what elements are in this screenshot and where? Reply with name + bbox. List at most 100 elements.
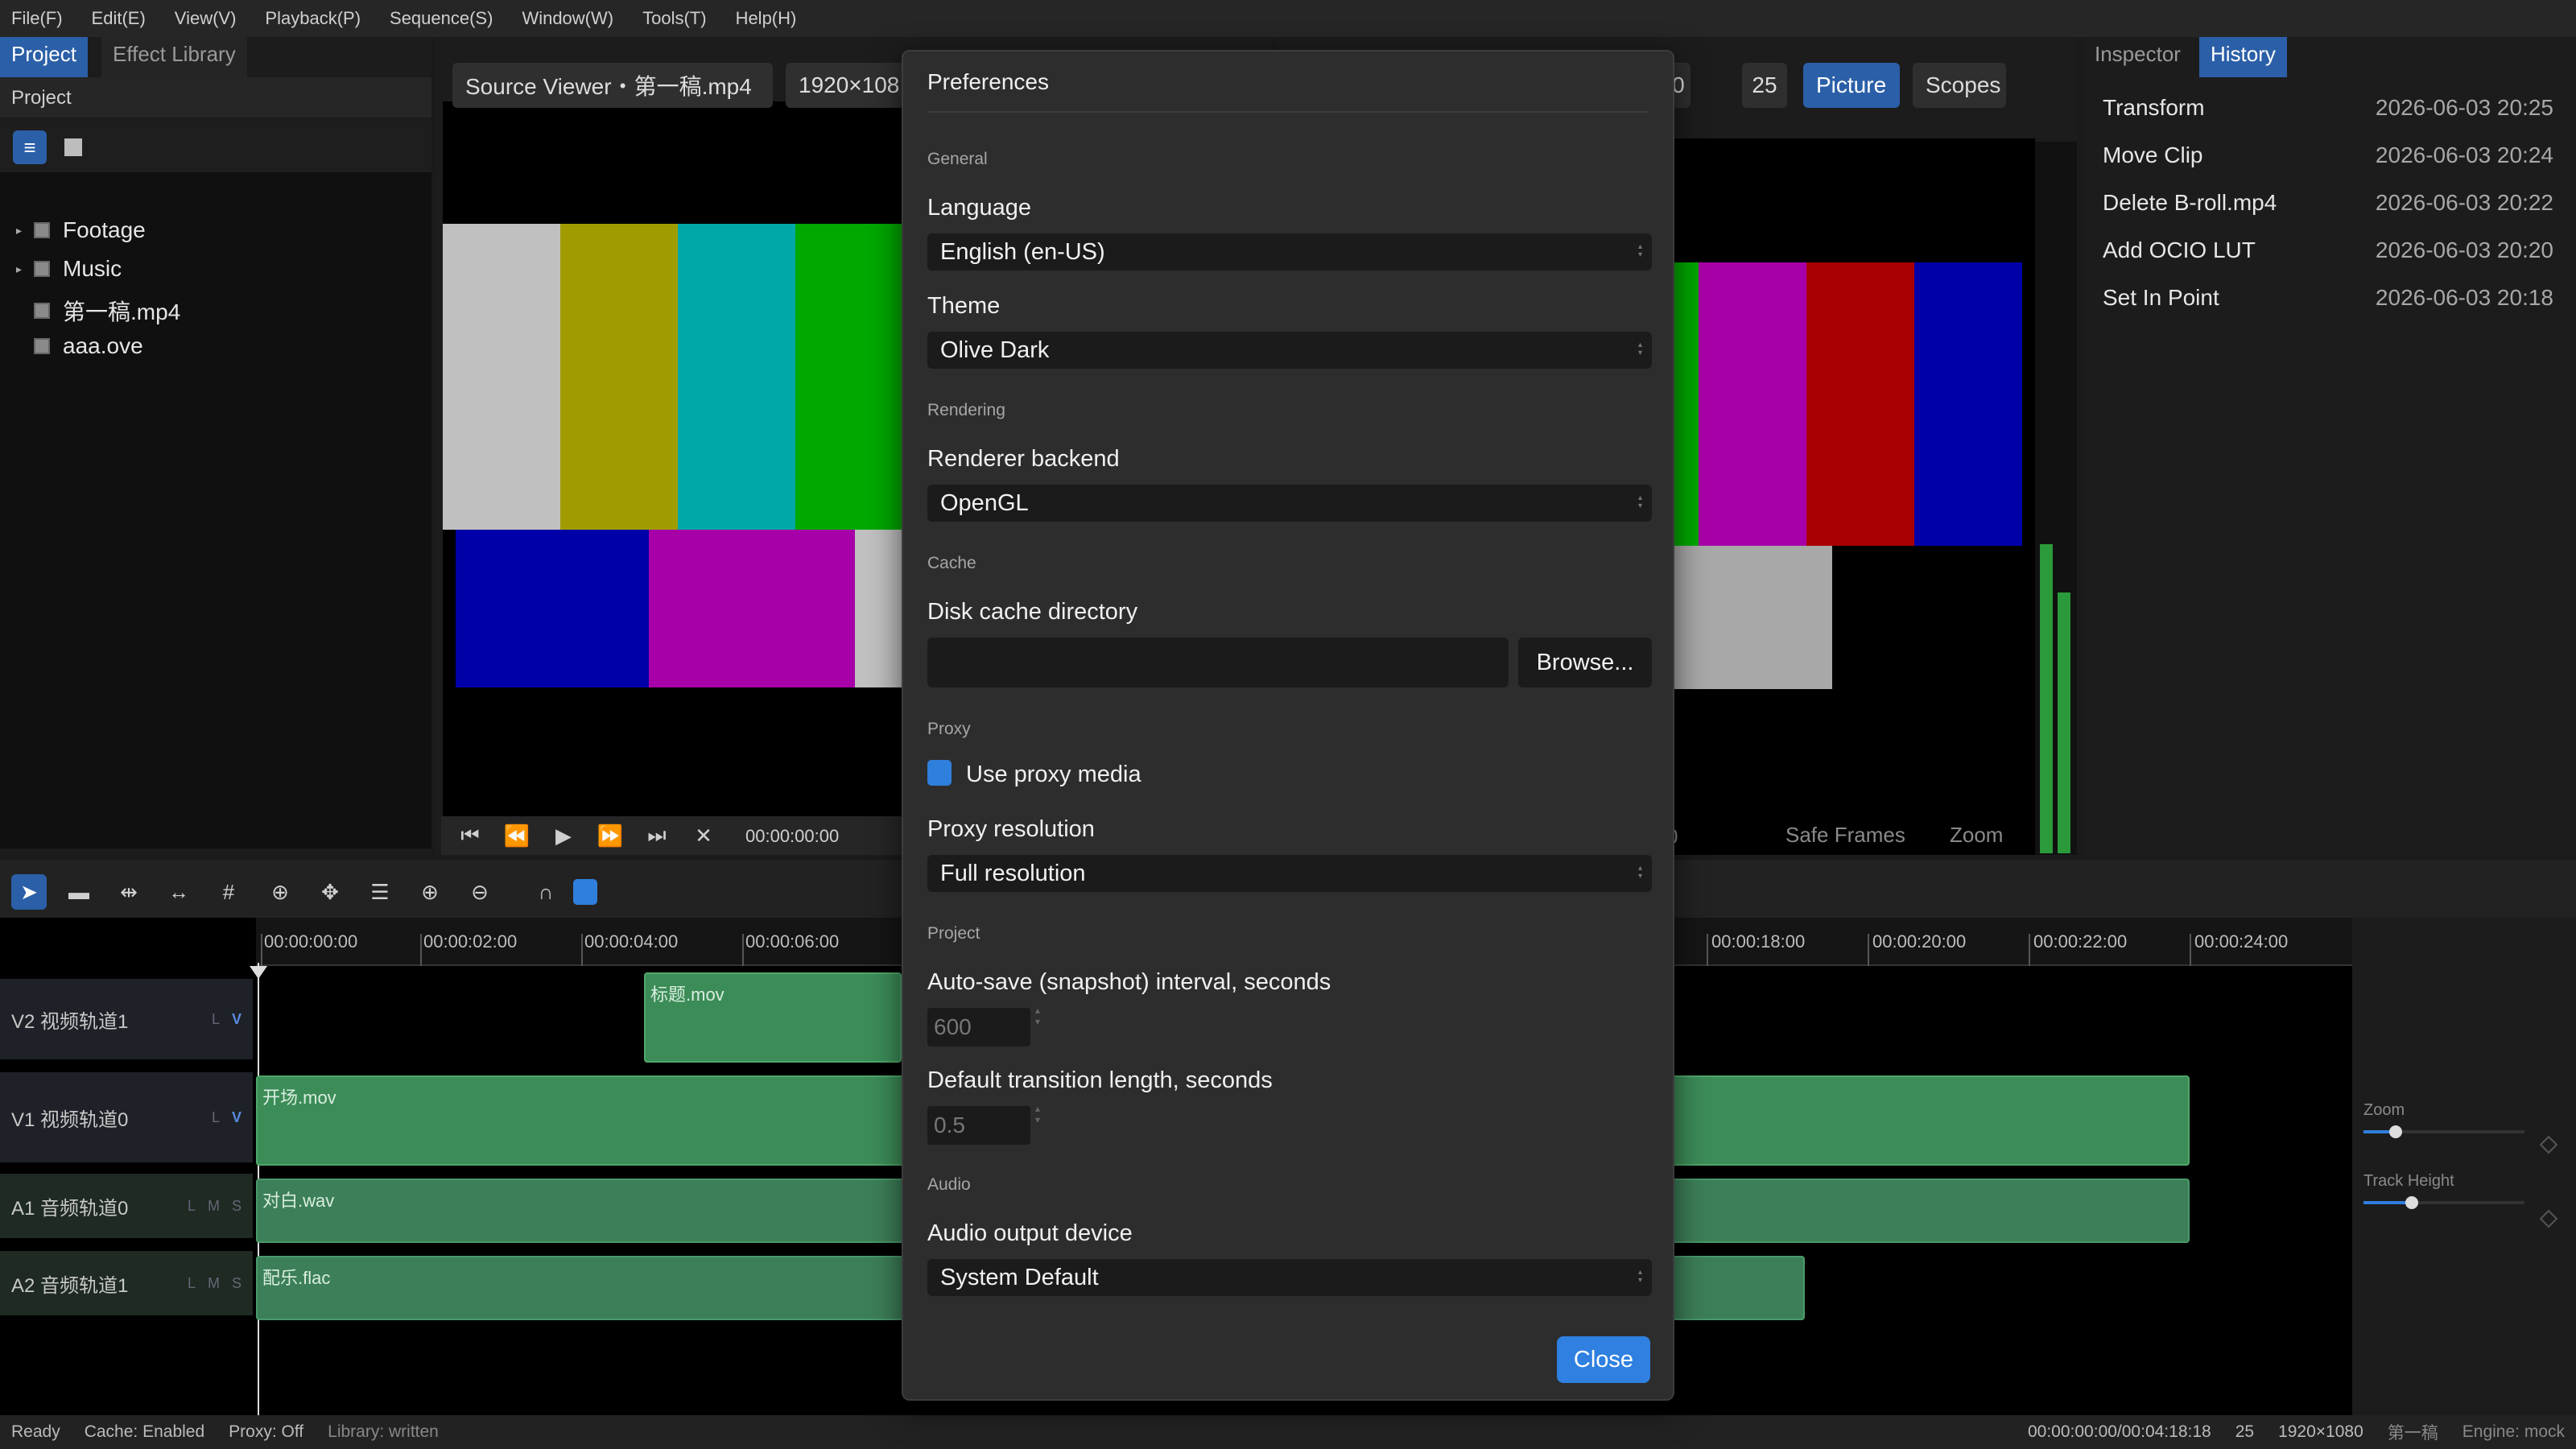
grid-view-icon[interactable] [64, 138, 82, 156]
menu-edit[interactable]: Edit(E) [92, 8, 146, 29]
track-flags[interactable]: L M S [188, 1198, 242, 1215]
track-height-label: Track Height [2363, 1172, 2454, 1190]
track-name: V1 视频轨道0 [11, 1108, 129, 1131]
list-view-icon[interactable]: ≡ [13, 130, 47, 164]
zoom-slider[interactable] [2363, 1125, 2524, 1138]
history-action: Move Clip [2103, 142, 2203, 167]
expand-arrow-icon[interactable]: ▸ [16, 224, 34, 237]
headphones-icon[interactable]: ∩ [528, 874, 564, 910]
menu-playback[interactable]: Playback(P) [265, 8, 361, 29]
language-value: English (en-US) [940, 238, 1105, 265]
history-action: Set In Point [2103, 285, 2219, 310]
track-header-a1[interactable]: A1 音频轨道0 L M S [0, 1174, 253, 1238]
renderer-select[interactable]: OpenGL ▴ ▾ [927, 485, 1652, 522]
snap-toggle-icon[interactable] [573, 879, 597, 905]
menu-file[interactable]: File(F) [11, 8, 63, 29]
status-proxy: Proxy: Off [229, 1422, 304, 1441]
status-bar: Ready Cache: Enabled Proxy: Off Library:… [0, 1415, 2576, 1449]
rewind-icon[interactable]: ⏪ [499, 818, 535, 853]
tab-project[interactable]: Project [0, 37, 88, 77]
section-proxy: Proxy [927, 720, 971, 738]
zoom-handle[interactable] [2389, 1125, 2402, 1138]
menu-view[interactable]: View(V) [175, 8, 237, 29]
track-header-v1[interactable]: V1 视频轨道0 L V [0, 1072, 253, 1162]
tree-item-footage[interactable]: ▸ Footage [16, 217, 146, 243]
status-ready: Ready [11, 1422, 60, 1441]
play-icon[interactable]: ▶ [546, 818, 581, 853]
panel-title: Project [11, 87, 72, 109]
tab-inspector[interactable]: Inspector [2083, 37, 2192, 77]
fast-forward-icon[interactable]: ⏩ [592, 818, 628, 853]
close-button[interactable]: Close [1557, 1336, 1650, 1383]
zoom-in-icon[interactable]: ⊕ [262, 874, 298, 910]
use-proxy-checkbox[interactable] [927, 760, 952, 786]
track-flags[interactable]: L V [212, 1109, 242, 1126]
audio-device-value: System Default [940, 1264, 1099, 1290]
transition-label: Default transition length, seconds [927, 1067, 1273, 1093]
history-item[interactable]: Transform 2026-06-03 20:25 [2103, 95, 2553, 121]
menu-help[interactable]: Help(H) [736, 8, 797, 29]
zoom-button[interactable]: Zoom [1950, 823, 2003, 848]
safe-frames-button[interactable]: Safe Frames [1785, 823, 1905, 848]
language-label: Language [927, 195, 1032, 221]
history-item[interactable]: Move Clip 2026-06-03 20:24 [2103, 142, 2553, 168]
tree-item-music[interactable]: ▸ Music [16, 256, 122, 282]
playhead-handle[interactable] [250, 966, 267, 979]
zoom-in-icon[interactable]: ⊕ [412, 874, 448, 910]
track-flags[interactable]: L V [212, 1011, 242, 1028]
expand-arrow-icon[interactable]: ▸ [16, 262, 34, 276]
theme-select[interactable]: Olive Dark ▴ ▾ [927, 332, 1652, 369]
proxy-resolution-select[interactable]: Full resolution ▴ ▾ [927, 855, 1652, 892]
history-item[interactable]: Set In Point 2026-06-03 20:18 [2103, 285, 2553, 311]
folder-icon [34, 222, 50, 238]
menu-tools[interactable]: Tools(T) [642, 8, 706, 29]
transition-spinbox[interactable]: 0.5 [927, 1106, 1030, 1145]
status-engine: Engine: mock [2462, 1422, 2565, 1441]
renderer-value: OpenGL [940, 489, 1029, 516]
tab-history[interactable]: History [2199, 37, 2287, 77]
transition-tool-icon[interactable]: ☰ [362, 874, 398, 910]
history-item[interactable]: Delete B-roll.mp4 2026-06-03 20:22 [2103, 190, 2553, 216]
clear-icon[interactable]: ✕ [686, 818, 721, 853]
track-header-a2[interactable]: A2 音频轨道1 L M S [0, 1251, 253, 1315]
slip-tool-icon[interactable]: # [211, 874, 246, 910]
spin-arrows-icon[interactable]: ▴ ▾ [1035, 1005, 1040, 1027]
tab-effect-library[interactable]: Effect Library [101, 37, 247, 77]
track-height-slider[interactable] [2363, 1196, 2524, 1209]
go-to-end-icon[interactable]: ⏭ [639, 818, 675, 853]
status-sequence: 第一稿 [2387, 1424, 2438, 1443]
track-header-v2[interactable]: V2 视频轨道1 L V [0, 979, 253, 1059]
zoom-out-icon[interactable]: ⊖ [462, 874, 497, 910]
scopes-button[interactable]: Scopes [1913, 63, 2006, 108]
renderer-label: Renderer backend [927, 446, 1120, 472]
tree-item-draft-mp4[interactable]: 第一稿.mp4 [16, 295, 180, 327]
disk-cache-input[interactable] [927, 638, 1509, 687]
chevron-down-icon: ▴ ▾ [1637, 242, 1642, 259]
pointer-tool-icon[interactable]: ➤ [11, 874, 47, 910]
language-select[interactable]: English (en-US) ▴ ▾ [927, 233, 1652, 270]
picture-button[interactable]: Picture [1803, 63, 1900, 108]
ripple-tool-icon[interactable]: ⇹ [111, 874, 147, 910]
history-item[interactable]: Add OCIO LUT 2026-06-03 20:20 [2103, 237, 2553, 263]
hand-tool-icon[interactable]: ✥ [312, 874, 348, 910]
audio-device-select[interactable]: System Default ▴ ▾ [927, 1259, 1652, 1296]
use-proxy-label[interactable]: Use proxy media [966, 762, 1141, 788]
autosave-label: Auto-save (snapshot) interval, seconds [927, 969, 1331, 995]
spin-arrows-icon[interactable]: ▴ ▾ [1035, 1103, 1040, 1125]
go-to-start-icon[interactable]: ⏮ [452, 818, 488, 853]
history-action: Transform [2103, 95, 2205, 120]
track-flags[interactable]: L M S [188, 1275, 242, 1292]
status-library: Library: written [328, 1422, 439, 1441]
track-height-handle[interactable] [2405, 1196, 2418, 1209]
program-fps[interactable]: 25 [1742, 63, 1787, 108]
tree-item-aaa-ove[interactable]: aaa.ove [16, 333, 143, 359]
source-resolution[interactable]: 1920×108 [786, 63, 905, 108]
browse-button[interactable]: Browse... [1518, 638, 1652, 687]
menu-sequence[interactable]: Sequence(S) [390, 8, 493, 29]
clip-title-mov[interactable]: 标题.mov [644, 972, 902, 1063]
autosave-spinbox[interactable]: 600 [927, 1008, 1030, 1046]
edit-tool-icon[interactable]: ▬ [61, 874, 97, 910]
section-audio: Audio [927, 1175, 971, 1194]
rolling-tool-icon[interactable]: ↔ [161, 874, 196, 910]
menu-window[interactable]: Window(W) [522, 8, 613, 29]
